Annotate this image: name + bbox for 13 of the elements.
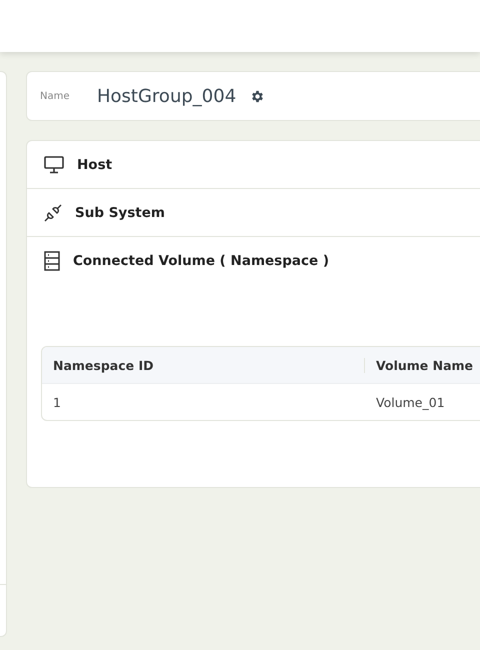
plug-icon [44,204,62,222]
column-header[interactable]: Namespace ID [42,358,364,372]
host-group-name: HostGroup_004 [97,86,236,106]
name-label: Name [40,90,71,102]
section-title[interactable]: Connected Volume ( Namespace ) [73,252,330,268]
section-title[interactable]: Host [77,156,112,172]
column-header[interactable]: Volume Name [364,358,474,372]
section-title[interactable]: Sub System [75,204,165,220]
table-cell-text: 1 [52,394,62,410]
monitor-icon [44,156,64,174]
server-icon [44,250,60,270]
settings-icon[interactable] [250,88,266,104]
table-cell-text: Volume_01 [375,394,445,410]
